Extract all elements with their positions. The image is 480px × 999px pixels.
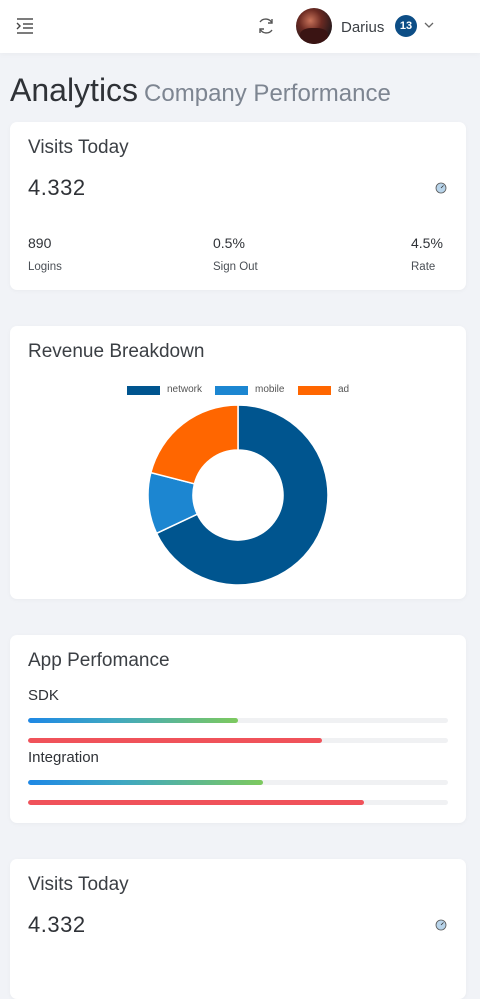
stat-signout-value: 0.5%	[213, 235, 245, 251]
avatar[interactable]	[296, 8, 332, 44]
visits-value: 4.332	[28, 175, 86, 200]
integration-progress-bar-2	[28, 800, 448, 805]
visits-today-card-2: Visits Today 4.332	[10, 859, 466, 999]
stat-logins-value: 890	[28, 235, 52, 251]
page-title-main: Analytics	[10, 72, 139, 108]
progress-fill	[28, 800, 364, 805]
stat-rate-value: 4.5%	[411, 235, 443, 251]
stat-logins-label: Logins	[28, 261, 62, 273]
card-title: Visits Today	[28, 137, 129, 158]
page-subtitle: Company Performance	[144, 80, 391, 107]
donut-slice-ad[interactable]	[149, 404, 239, 485]
integration-progress-bar-1	[28, 780, 448, 785]
gauge-icon[interactable]	[435, 919, 447, 931]
sdk-progress-bar-2	[28, 738, 448, 743]
revenue-breakdown-card: Revenue Breakdown network mobile ad	[10, 326, 466, 599]
progress-fill	[28, 738, 322, 743]
app-performance-card: App Perfomance SDK Integration	[10, 635, 466, 823]
stat-signout-label: Sign Out	[213, 261, 258, 273]
refresh-icon[interactable]	[256, 16, 276, 36]
sdk-label: SDK	[28, 687, 59, 704]
user-name[interactable]: Darius	[341, 19, 384, 36]
card-title: Visits Today	[28, 874, 129, 895]
notification-badge[interactable]: 13	[395, 15, 417, 37]
integration-label: Integration	[28, 749, 99, 766]
top-navbar: Darius 13	[0, 0, 480, 53]
card-title: App Perfomance	[28, 650, 170, 671]
revenue-donut-chart	[147, 404, 329, 586]
visits-value: 4.332	[28, 912, 86, 937]
sdk-progress-bar-1	[28, 718, 448, 723]
visits-today-card: Visits Today 4.332 890 Logins 0.5% Sign …	[10, 122, 466, 290]
progress-fill	[28, 780, 264, 785]
chevron-down-icon[interactable]	[424, 21, 434, 29]
menu-toggle-icon[interactable]	[16, 17, 34, 35]
stat-rate-label: Rate	[411, 261, 436, 273]
gauge-icon[interactable]	[435, 182, 447, 194]
page-title: Analytics Company Performance	[10, 72, 391, 109]
progress-fill	[28, 718, 238, 723]
